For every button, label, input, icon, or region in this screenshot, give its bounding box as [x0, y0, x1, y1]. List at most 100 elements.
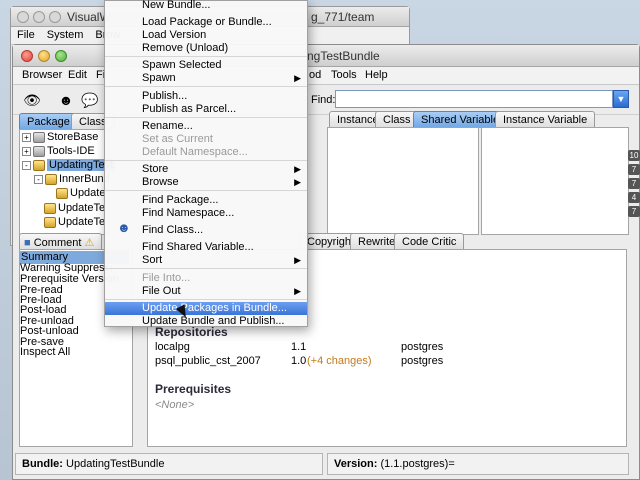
- tree-item-label: InnerBund: [59, 173, 110, 185]
- submenu-arrow-icon: ▶: [294, 255, 301, 265]
- minimize-button[interactable]: [33, 11, 45, 23]
- submenu-arrow-icon: ▶: [294, 177, 301, 187]
- tree-item-label: StoreBase: [47, 131, 99, 143]
- binoculars-icon[interactable]: ☻: [57, 91, 75, 109]
- menu-browser[interactable]: Browser: [22, 69, 62, 81]
- back-window-title-right: g_771/team: [311, 10, 375, 24]
- find-input[interactable]: [335, 90, 613, 108]
- status-bundle-label: Bundle:: [22, 458, 63, 470]
- count-badge: 4: [628, 192, 640, 203]
- menu-separator: [105, 268, 307, 269]
- count-badge: 7: [628, 178, 640, 189]
- tree-item[interactable]: Update: [56, 186, 105, 200]
- menu-separator: [105, 117, 307, 118]
- menu-item-spawn[interactable]: Spawn ▶: [105, 72, 307, 85]
- expander-icon[interactable]: -: [22, 160, 31, 170]
- close-button[interactable]: [21, 50, 33, 62]
- tree-item[interactable]: + Tools-IDE: [22, 144, 95, 158]
- menu-item-load-package[interactable]: Load Package or Bundle...: [105, 16, 307, 29]
- menu-item-browse[interactable]: Browse ▶: [105, 176, 307, 189]
- tree-item[interactable]: UpdateTe: [44, 215, 105, 229]
- tab-instance-variable[interactable]: Instance Variable: [495, 111, 596, 128]
- menu-item-find-package[interactable]: Find Package...: [105, 194, 307, 207]
- menu-item-find-namespace[interactable]: Find Namespace...: [105, 207, 307, 220]
- menu-item-find-shared-variable[interactable]: Find Shared Variable...: [105, 241, 307, 254]
- submenu-arrow-icon: ▶: [294, 164, 301, 174]
- menu-item-update-bundle-publish[interactable]: Update Bundle and Publish...: [105, 315, 307, 328]
- warning-icon: ⚠: [84, 237, 95, 249]
- status-version: Version: (1.1.postgres)=: [327, 453, 629, 475]
- expander-icon[interactable]: -: [34, 174, 43, 184]
- minimize-button[interactable]: [38, 50, 50, 62]
- menu-item-spawn-selected[interactable]: Spawn Selected: [105, 59, 307, 72]
- menu-item-label: File Out: [142, 285, 181, 297]
- menu-help[interactable]: Help: [365, 69, 388, 81]
- tree-item-label: UpdateTe: [58, 216, 106, 228]
- menu-item-sort[interactable]: Sort ▶: [105, 254, 307, 267]
- binoculars-icon: ☻: [117, 220, 131, 235]
- tab-shared-variable[interactable]: Shared Variable: [413, 111, 508, 128]
- expander-icon[interactable]: +: [22, 132, 31, 142]
- tree-item[interactable]: + StoreBase: [22, 130, 98, 144]
- tab-code-critic[interactable]: Code Critic: [394, 233, 465, 250]
- menu-file[interactable]: File: [11, 27, 41, 44]
- find-label: Find:: [311, 94, 336, 106]
- tree-item-label: Tools-IDE: [47, 145, 95, 157]
- tree-item-label: Update: [70, 187, 106, 199]
- instance-variable-list[interactable]: [481, 127, 629, 235]
- package-icon: [33, 131, 45, 143]
- menu-item-label: Spawn: [142, 72, 176, 84]
- tree-item[interactable]: UpdateTe: [44, 201, 105, 215]
- menu-item-remove[interactable]: Remove (Unload): [105, 42, 307, 55]
- menu-separator: [105, 56, 307, 57]
- repo-version: 1.0: [291, 355, 307, 367]
- tree-item[interactable]: - InnerBund: [34, 172, 110, 186]
- menu-item-load-version[interactable]: Load Version: [105, 29, 307, 42]
- menu-item-rename[interactable]: Rename...: [105, 120, 307, 133]
- package-icon: [56, 187, 68, 199]
- bundle-context-menu: New Bundle... Load Package or Bundle... …: [104, 0, 308, 327]
- property-item[interactable]: Inspect All: [20, 346, 70, 359]
- package-icon: [44, 202, 56, 214]
- menu-item-set-current: Set as Current: [142, 133, 213, 145]
- zoom-button[interactable]: [55, 50, 67, 62]
- menu-item-label: Store: [142, 163, 169, 175]
- count-badge: 7: [628, 164, 640, 175]
- count-badge: 7: [628, 206, 640, 217]
- close-button[interactable]: [17, 11, 29, 23]
- speech-icon[interactable]: 💬: [81, 91, 99, 109]
- menu-item-find-class[interactable]: ☻ Find Class...: [105, 220, 307, 237]
- find-dropdown-button[interactable]: ▼: [613, 90, 629, 108]
- menu-separator: [105, 190, 307, 191]
- prerequisites-value: <None>: [155, 399, 195, 411]
- menu-item-store[interactable]: Store ▶: [105, 163, 307, 176]
- menu-tools[interactable]: Tools: [331, 69, 357, 81]
- repo-changes[interactable]: (+4 changes): [307, 355, 372, 367]
- count-badge: 10: [628, 150, 640, 161]
- tab-comment[interactable]: ■ Comment ⚠: [19, 233, 103, 250]
- tree-item-label: UpdateTe: [58, 202, 106, 214]
- repo-name: psql_public_cst_2007: [155, 355, 261, 367]
- menu-separator: [105, 86, 307, 87]
- shared-variable-list[interactable]: [327, 127, 479, 235]
- window-title: ngTestBundle: [307, 49, 380, 63]
- menu-item-label: Find Class...: [142, 224, 204, 236]
- menu-edit[interactable]: Edit: [68, 69, 87, 81]
- menu-item-publish[interactable]: Publish...: [105, 90, 307, 103]
- menu-item-publish-parcel[interactable]: Publish as Parcel...: [105, 103, 307, 116]
- tab-comment-label: Comment: [33, 237, 82, 249]
- menu-method[interactable]: od: [309, 69, 321, 81]
- tab-class-side[interactable]: Class: [375, 111, 419, 128]
- package-icon: [33, 145, 45, 157]
- menu-separator: [105, 299, 307, 300]
- expander-icon[interactable]: +: [22, 146, 31, 156]
- status-version-label: Version:: [334, 458, 378, 470]
- menu-item-update-packages[interactable]: Update Packages in Bundle...: [105, 302, 307, 315]
- menu-item-file-out[interactable]: File Out ▶: [105, 285, 307, 298]
- menu-system[interactable]: System: [41, 27, 90, 44]
- tab-package[interactable]: Package: [19, 113, 78, 130]
- zoom-button[interactable]: [49, 11, 61, 23]
- eye-icon[interactable]: 👁: [23, 91, 41, 109]
- menu-item-new-bundle[interactable]: New Bundle...: [105, 0, 307, 12]
- tree-item-selected[interactable]: - UpdatingTest: [22, 158, 116, 172]
